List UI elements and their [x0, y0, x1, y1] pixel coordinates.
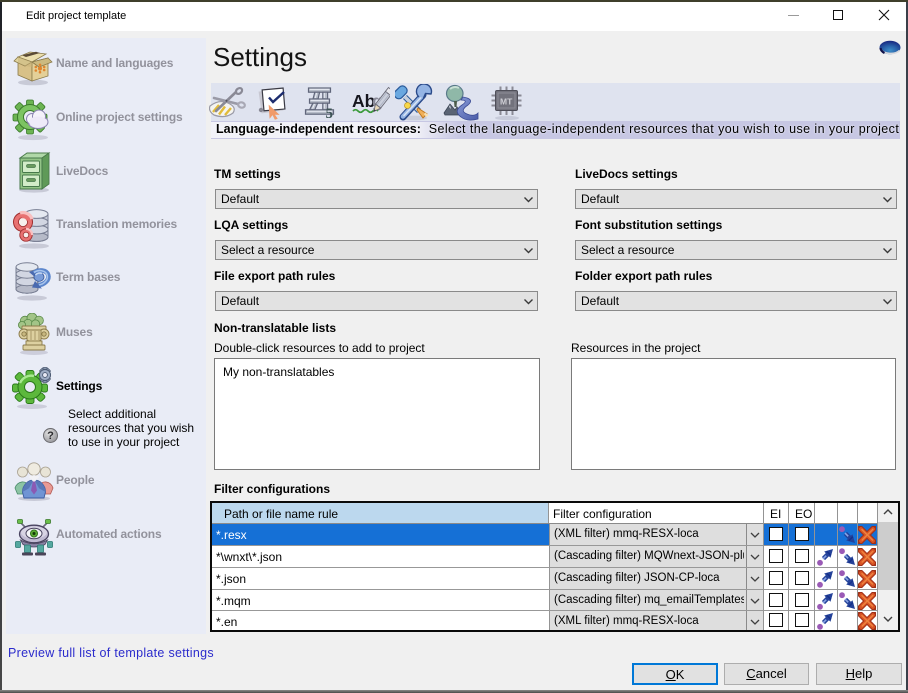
svg-text:5: 5 [326, 106, 334, 120]
svg-text:MT: MT [500, 97, 513, 107]
